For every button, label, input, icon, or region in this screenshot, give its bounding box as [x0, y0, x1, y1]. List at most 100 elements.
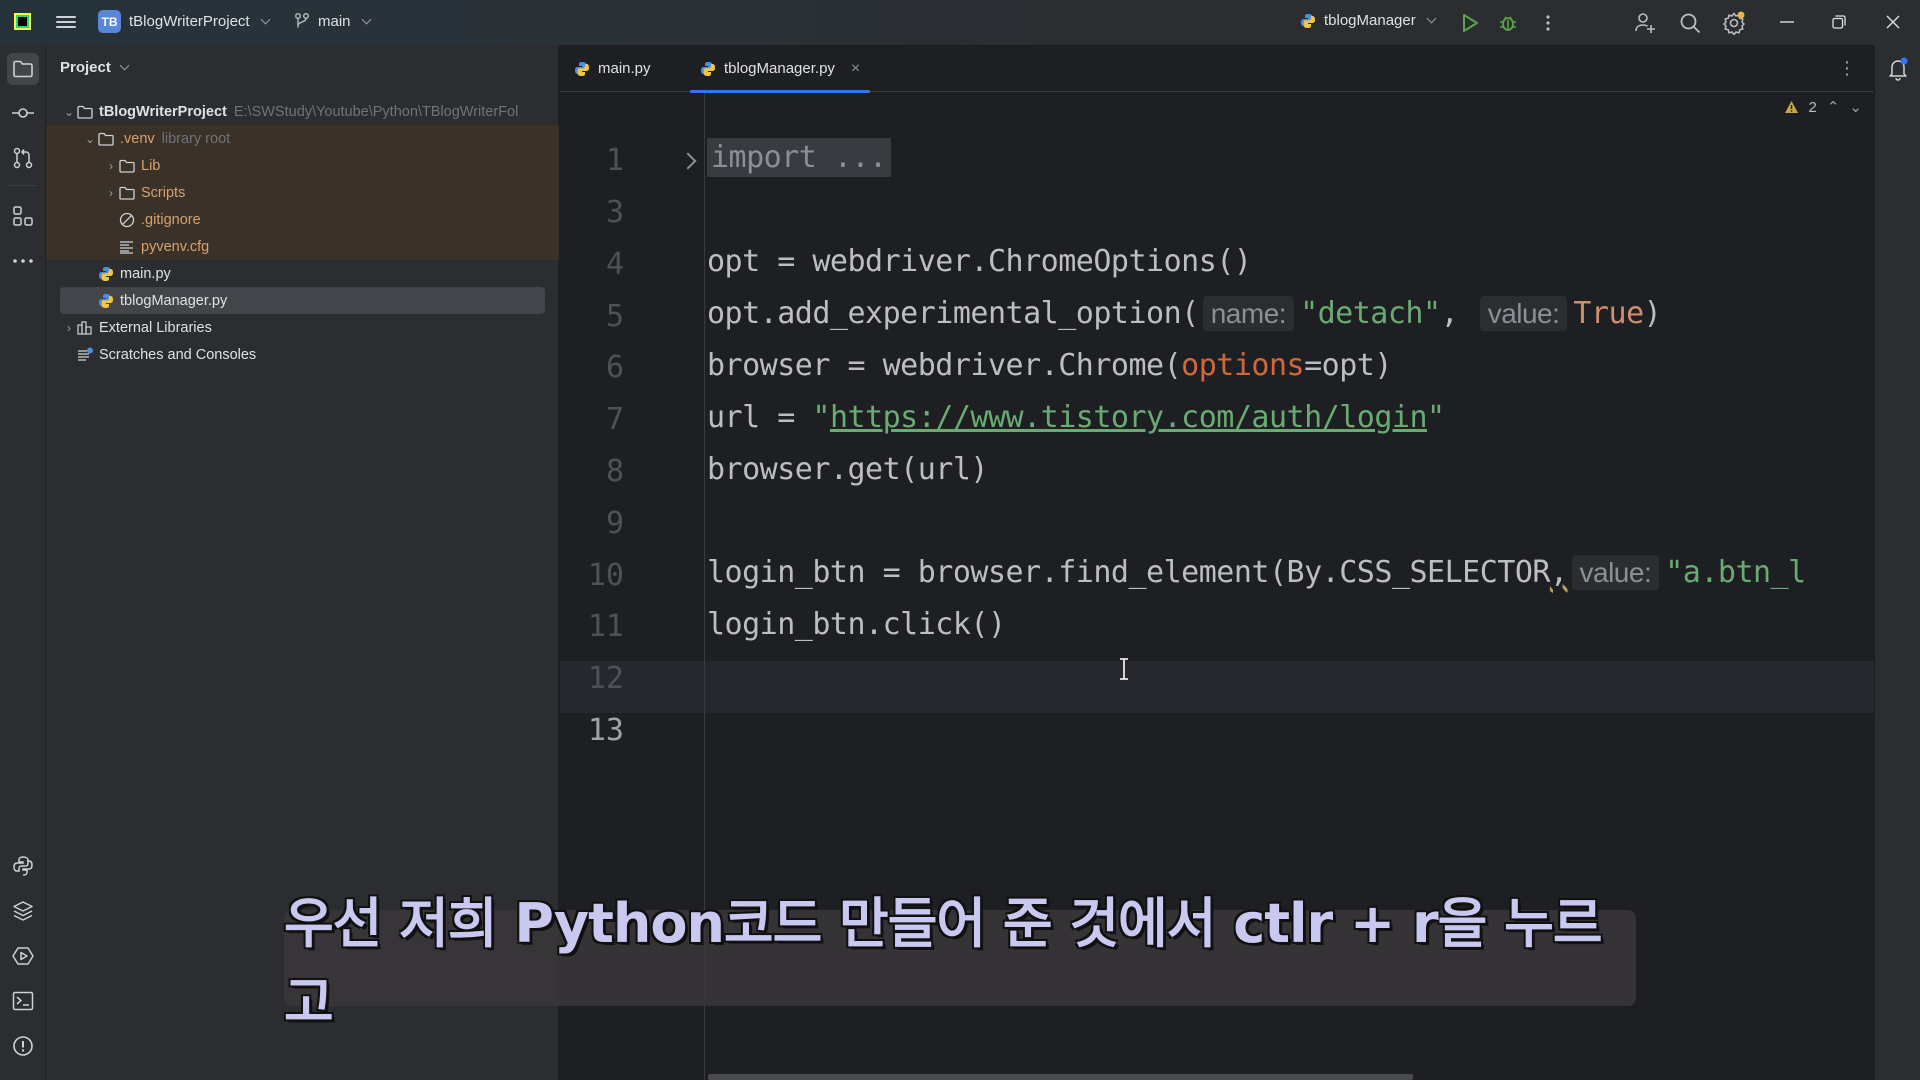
close-icon — [1886, 15, 1900, 29]
line-number: 8 — [605, 454, 624, 489]
editor-tabs: main.py tblogManager.py × ⋮ — [560, 45, 1874, 93]
run-configuration-selector[interactable]: tblogManager — [1300, 12, 1437, 29]
pull-requests-tool-button[interactable] — [7, 142, 39, 174]
code-with-me-button[interactable] — [1632, 10, 1658, 36]
settings-button[interactable] — [1721, 10, 1747, 36]
tab-main-py[interactable]: main.py — [574, 45, 651, 92]
text-cursor-icon — [1120, 658, 1128, 680]
commit-icon — [12, 108, 34, 118]
run-button[interactable] — [1457, 10, 1483, 36]
video-subtitle: 우선 저희 Python코드 만들어 준 것에서 ctlr + r을 누르고 — [284, 892, 1636, 1034]
tree-item-label: .gitignore — [141, 211, 201, 228]
notifications-button[interactable] — [1882, 53, 1914, 85]
pull-requests-icon — [13, 147, 33, 169]
tree-item-tblogmanager-py[interactable]: tblogManager.py — [60, 287, 545, 314]
ignore-file-icon — [118, 212, 136, 228]
code-line-5: opt.add_experimental_option(name: "detach… — [707, 296, 1662, 331]
inspection-widget[interactable]: 2 ⌃ ⌄ — [1784, 98, 1862, 116]
python-console-tool-button[interactable] — [7, 850, 39, 882]
project-view-selector[interactable]: Project — [60, 59, 130, 76]
folder-icon — [118, 185, 136, 201]
branch-selector[interactable]: main — [294, 12, 371, 30]
tree-item-main-py[interactable]: main.py — [46, 260, 559, 287]
collapse-arrow-icon[interactable]: › — [104, 186, 118, 200]
notifications-bell-icon — [1889, 57, 1908, 81]
fold-expand-icon[interactable] — [679, 152, 697, 170]
minimize-button[interactable] — [1772, 8, 1802, 36]
project-tree: ⌄ tBlogWriterProject E:\SWStudy\Youtube\… — [46, 98, 559, 368]
next-highlight-icon[interactable]: ⌄ — [1849, 98, 1862, 116]
restore-button[interactable] — [1824, 8, 1854, 36]
line-number: 6 — [605, 350, 624, 385]
tree-item-pyvenv-cfg[interactable]: pyvenv.cfg — [46, 233, 559, 260]
parameter-hint: name: — [1202, 296, 1295, 331]
code-line-7: url = "https://www.tistory.com/auth/logi… — [707, 400, 1445, 435]
tree-item-scratches[interactable]: Scratches and Consoles — [46, 341, 559, 368]
terminal-icon — [12, 991, 34, 1011]
code-text: login_btn = browser.find_element(By.CSS_… — [707, 555, 1550, 590]
text-file-icon — [118, 239, 136, 255]
project-selector[interactable]: TB tBlogWriterProject — [98, 10, 271, 33]
string-quote: " — [1427, 400, 1445, 435]
folder-icon — [118, 158, 136, 174]
run-config-name: tblogManager — [1324, 12, 1416, 29]
python-file-icon — [575, 61, 589, 76]
code-line-1: import ... — [707, 138, 891, 177]
code-line-6: browser = webdriver.Chrome(options=opt) — [707, 348, 1392, 383]
expand-arrow-icon[interactable]: ⌄ — [83, 132, 97, 146]
keyword-literal: True — [1573, 296, 1644, 331]
library-icon — [76, 320, 94, 336]
tab-label: main.py — [598, 60, 651, 77]
structure-tool-button[interactable] — [7, 200, 39, 232]
url-link[interactable]: https://www.tistory.com/auth/login — [830, 400, 1428, 435]
title-bar: TB tBlogWriterProject main tblogManager — [0, 0, 1920, 45]
search-button[interactable] — [1677, 10, 1703, 36]
close-tab-icon[interactable]: × — [851, 60, 860, 78]
left-tool-strip — [0, 45, 46, 1080]
project-tool-button[interactable] — [7, 53, 39, 85]
tab-tblogmanager-py[interactable]: tblogManager.py × — [689, 45, 871, 93]
terminal-tool-button[interactable] — [7, 985, 39, 1017]
tree-item-lib[interactable]: › Lib — [46, 152, 559, 179]
chevron-down-icon — [361, 14, 371, 24]
collapse-arrow-icon[interactable]: › — [104, 159, 118, 173]
folder-icon — [97, 131, 115, 147]
tree-item-label: Scratches and Consoles — [99, 346, 257, 363]
warning-icon — [1784, 101, 1798, 113]
folded-imports[interactable]: import ... — [707, 138, 891, 177]
services-tool-button[interactable] — [7, 940, 39, 972]
more-actions-button[interactable] — [1535, 10, 1561, 36]
horizontal-scrollbar[interactable] — [708, 1074, 1413, 1080]
right-tool-strip — [1874, 45, 1920, 1080]
more-tool-windows-button[interactable] — [7, 245, 39, 277]
collapse-arrow-icon[interactable]: › — [62, 321, 76, 335]
previous-highlight-icon[interactable]: ⌃ — [1827, 98, 1840, 116]
problems-tool-button[interactable] — [7, 1030, 39, 1062]
debug-button[interactable] — [1495, 10, 1521, 36]
python-packages-tool-button[interactable] — [7, 895, 39, 927]
project-panel-title: Project — [60, 59, 111, 76]
code-text: url = — [707, 400, 813, 435]
tree-item-project-root[interactable]: ⌄ tBlogWriterProject E:\SWStudy\Youtube\… — [46, 98, 559, 125]
warning-count: 2 — [1808, 98, 1817, 116]
tree-item-external-libraries[interactable]: › External Libraries — [46, 314, 559, 341]
run-icon — [1463, 14, 1478, 32]
settings-icon — [1722, 11, 1746, 35]
tree-item-venv[interactable]: ⌄ .venv library root — [46, 125, 559, 152]
tree-item-scripts[interactable]: › Scripts — [46, 179, 559, 206]
string-literal: "a.btn_l — [1665, 555, 1806, 590]
expand-arrow-icon[interactable]: ⌄ — [62, 105, 76, 119]
folder-icon — [76, 104, 94, 120]
line-number: 5 — [605, 299, 624, 334]
line-number: 9 — [605, 506, 624, 541]
commit-tool-button[interactable] — [7, 97, 39, 129]
chevron-down-icon — [119, 60, 130, 71]
tree-item-gitignore[interactable]: .gitignore — [46, 206, 559, 233]
tabs-more-icon[interactable]: ⋮ — [1838, 58, 1856, 79]
tree-item-hint: library root — [161, 130, 231, 147]
tree-item-label: tBlogWriterProject — [99, 103, 227, 120]
line-number: 1 — [605, 143, 624, 178]
close-window-button[interactable] — [1878, 8, 1908, 36]
hamburger-menu-icon[interactable] — [56, 13, 76, 31]
app-logo-icon — [14, 13, 31, 30]
